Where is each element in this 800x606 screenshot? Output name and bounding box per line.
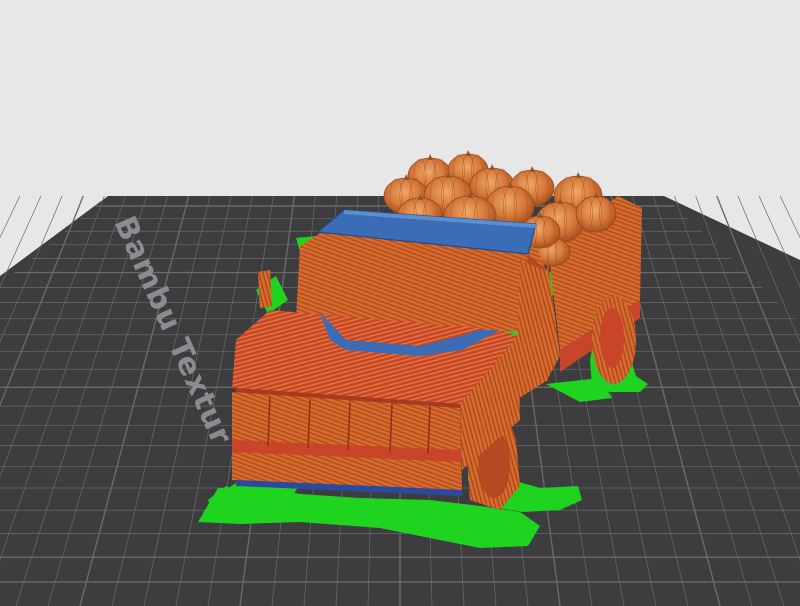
truck-front-grille <box>232 392 462 496</box>
3d-preview-viewport[interactable]: Bambu Textur <box>0 0 800 606</box>
rear-wheel <box>592 296 636 384</box>
